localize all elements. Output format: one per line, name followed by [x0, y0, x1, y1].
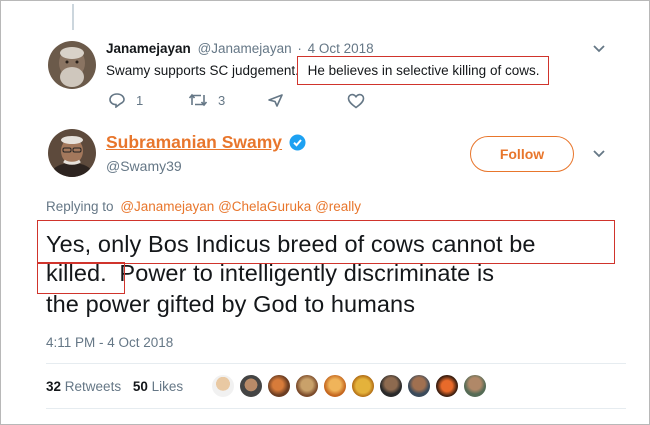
retweet-count: 3 — [218, 92, 226, 108]
liker-avatars — [211, 374, 487, 398]
tweet-screenshot: Janamejayan @Janamejayan · 4 Oct 2018 Sw… — [0, 0, 650, 425]
retweets-label: Retweets — [64, 379, 122, 394]
engagement-stats: 32 Retweets 50 Likes — [46, 379, 183, 394]
liker-avatar[interactable] — [267, 374, 291, 398]
liker-avatar[interactable] — [435, 374, 459, 398]
retweet-icon — [188, 93, 208, 107]
parent-tweet-header: Janamejayan @Janamejayan · 4 Oct 2018 — [106, 41, 374, 56]
chevron-down-icon[interactable] — [592, 44, 606, 54]
chevron-down-icon[interactable] — [592, 149, 606, 159]
tweet-timestamp[interactable]: 4:11 PM - 4 Oct 2018 — [46, 335, 173, 350]
liker-avatar[interactable] — [211, 374, 235, 398]
retweets-stat[interactable]: 32 Retweets — [46, 379, 125, 394]
replying-to-label: Replying to — [46, 199, 114, 214]
stats-divider-bottom — [46, 408, 626, 409]
parent-retweet-action[interactable]: 3 — [188, 92, 225, 108]
parent-display-name[interactable]: Janamejayan — [106, 41, 191, 56]
highlight-box-main-line1 — [37, 220, 615, 264]
likes-count: 50 — [132, 379, 148, 394]
retweets-count: 32 — [46, 379, 62, 394]
direct-message-icon[interactable] — [267, 93, 284, 108]
janamejayan-avatar[interactable] — [48, 41, 96, 89]
parent-handle[interactable]: @Janamejayan — [198, 41, 292, 56]
likes-stat[interactable]: 50 Likes — [133, 379, 183, 394]
highlight-box-parent-text — [297, 56, 549, 85]
parent-reply-action[interactable]: 1 — [108, 92, 143, 108]
stats-divider-top — [46, 363, 626, 364]
replying-to-line: Replying to @Janamejayan @ChelaGuruka @r… — [46, 199, 361, 214]
follow-button[interactable]: Follow — [470, 136, 574, 172]
liker-avatar[interactable] — [323, 374, 347, 398]
parent-text-part1: Swamy supports SC judgement. — [106, 63, 299, 78]
reply-icon — [109, 93, 125, 108]
liker-avatar[interactable] — [295, 374, 319, 398]
replying-to-users[interactable]: @Janamejayan @ChelaGuruka @really — [120, 199, 361, 214]
liker-avatar[interactable] — [239, 374, 263, 398]
likes-label: Likes — [151, 379, 184, 394]
tweet-text-line3: the power gifted by God to humans — [46, 291, 416, 317]
liker-avatar[interactable] — [379, 374, 403, 398]
main-display-name[interactable]: Subramanian Swamy — [106, 132, 282, 152]
like-icon[interactable] — [347, 93, 365, 109]
liker-avatar[interactable] — [351, 374, 375, 398]
highlight-box-main-killed — [37, 262, 125, 294]
main-display-name-row: Subramanian Swamy — [106, 132, 282, 153]
verified-badge-icon — [289, 134, 306, 151]
swamy-avatar[interactable] — [48, 129, 96, 177]
liker-avatar[interactable] — [463, 374, 487, 398]
thread-connector-line — [72, 4, 74, 30]
main-handle[interactable]: @Swamy39 — [106, 158, 182, 174]
liker-avatar[interactable] — [407, 374, 431, 398]
header-separator: · — [297, 41, 302, 56]
reply-count: 1 — [136, 92, 144, 108]
parent-date[interactable]: 4 Oct 2018 — [308, 41, 374, 56]
